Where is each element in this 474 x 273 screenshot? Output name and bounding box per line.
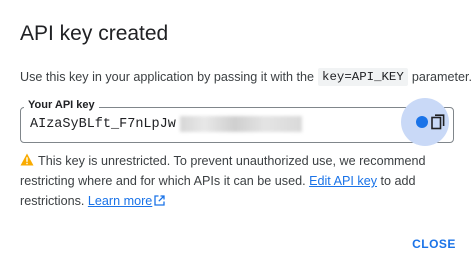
warning-triangle-icon — [20, 153, 34, 166]
content-copy-icon — [431, 114, 445, 130]
api-key-value[interactable]: AIzaSyBLft_F7nLpJw — [30, 116, 302, 132]
edit-api-key-link[interactable]: Edit API key — [309, 174, 377, 188]
copy-button[interactable] — [401, 98, 449, 146]
close-button[interactable]: CLOSE — [412, 234, 456, 254]
description-text-after: parameter. — [411, 70, 473, 84]
open-in-new-icon — [154, 195, 165, 206]
code-param: key=API_KEY — [318, 68, 408, 86]
click-indicator-dot — [416, 116, 428, 128]
redacted-key-mask — [179, 116, 302, 132]
api-key-visible-text: AIzaSyBLft_F7nLpJw — [30, 116, 176, 132]
description-text-before: Use this key in your application by pass… — [20, 70, 315, 84]
unrestricted-key-warning: This key is unrestricted. To prevent una… — [20, 151, 460, 211]
api-key-created-dialog: API key created Use this key in your app… — [0, 0, 474, 273]
learn-more-link[interactable]: Learn more — [88, 194, 165, 208]
dialog-description: Use this key in your application by pass… — [20, 68, 472, 86]
learn-more-label: Learn more — [87, 194, 153, 208]
api-key-field-label: Your API key — [24, 99, 99, 111]
dialog-title: API key created — [20, 22, 169, 45]
